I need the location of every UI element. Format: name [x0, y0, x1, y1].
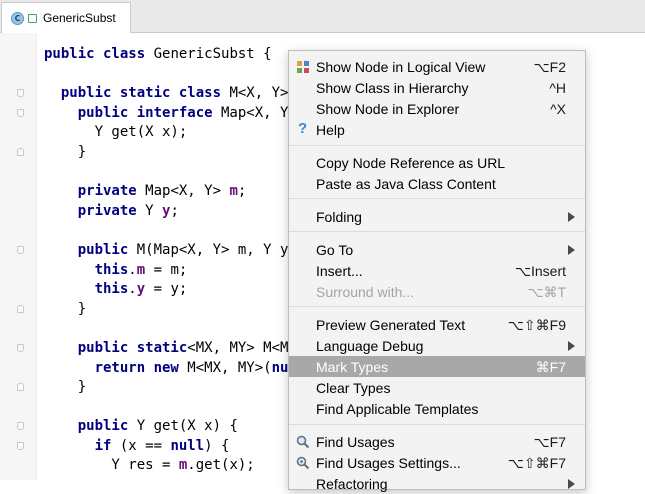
code-token: Y	[136, 202, 163, 219]
class-icon: C	[11, 11, 24, 25]
menu-item-mark-types[interactable]: Mark Types ⌘F7	[289, 356, 585, 377]
menu-separator	[289, 306, 585, 307]
fold-marker-icon[interactable]	[17, 383, 24, 391]
menu-separator	[289, 198, 585, 199]
code-token: .get(x);	[187, 457, 255, 474]
menu-item-show-node-logical-view[interactable]: Show Node in Logical View ⌥F2	[289, 56, 585, 77]
keyword-token: return new	[94, 359, 179, 376]
fold-marker-icon[interactable]	[17, 109, 24, 117]
menu-item-preview-generated-text[interactable]: Preview Generated Text ⌥⇧⌘F9	[289, 314, 585, 335]
menu-item-find-usages-settings[interactable]: Find Usages Settings... ⌥⇧⌘F7	[289, 452, 585, 473]
editor-tab-bar: C GenericSubst	[0, 0, 645, 33]
code-token: }	[44, 143, 87, 160]
tab-genericsubst[interactable]: C GenericSubst	[1, 2, 131, 33]
code-token: = m;	[145, 261, 188, 278]
code-token: M<MX, MY>(	[178, 359, 272, 376]
menu-separator	[289, 145, 585, 146]
code-token: Map<X, Y>	[136, 183, 230, 200]
editor-gutter	[0, 33, 37, 480]
keyword-token: this	[94, 261, 129, 278]
menu-item-help[interactable]: ? Help	[289, 119, 585, 140]
code-token: GenericSubst {	[145, 46, 272, 62]
keyword-token: public	[77, 241, 129, 258]
context-menu: Show Node in Logical View ⌥F2 Show Class…	[288, 50, 586, 492]
code-token: M(Map<X, Y> m, Y y) {	[128, 241, 314, 258]
menu-separator	[289, 231, 585, 232]
fold-marker-icon[interactable]	[17, 305, 24, 313]
keyword-token: public interface	[77, 104, 213, 121]
code-token: Y get(X x);	[44, 124, 188, 141]
search-icon	[296, 435, 310, 449]
menu-item-copy-node-reference[interactable]: Copy Node Reference as URL	[289, 152, 585, 173]
menu-item-find-applicable-templates[interactable]: Find Applicable Templates	[289, 398, 585, 419]
menu-item-clear-types[interactable]: Clear Types	[289, 377, 585, 398]
menu-item-show-class-hierarchy[interactable]: Show Class in Hierarchy ^H	[289, 77, 585, 98]
code-token: ) {	[204, 437, 230, 454]
code-token: .	[128, 261, 137, 278]
code-token: = y;	[145, 281, 188, 298]
code-token: }	[44, 379, 87, 396]
code-token: }	[44, 300, 87, 317]
keyword-token: private	[77, 183, 137, 200]
menu-item-surround-with: Surround with... ⌥⌘T	[316, 284, 566, 300]
logical-view-icon	[296, 60, 310, 74]
submenu-arrow-icon	[568, 479, 575, 489]
menu-item-refactoring[interactable]: Refactoring	[289, 473, 585, 494]
menu-item-folding[interactable]: Folding	[289, 206, 585, 227]
keyword-token: public static class	[60, 85, 222, 102]
menu-item-go-to[interactable]: Go To	[289, 239, 585, 260]
menu-item-insert[interactable]: Insert... ⌥Insert	[289, 260, 585, 281]
keyword-token: public	[77, 418, 129, 435]
menu-item-find-usages[interactable]: Find Usages ⌥F7	[289, 431, 585, 452]
keyword-token: if	[94, 437, 112, 454]
code-token: .	[128, 281, 137, 298]
keyword-token: private	[77, 202, 137, 219]
keyword-token: public class	[44, 46, 146, 62]
code-token: ;	[170, 202, 179, 219]
submenu-arrow-icon	[568, 212, 575, 222]
help-icon: ?	[298, 120, 308, 137]
fold-marker-icon[interactable]	[17, 422, 24, 430]
code-token: Y res =	[44, 457, 179, 474]
field-token: m	[229, 183, 238, 200]
submenu-arrow-icon	[568, 245, 575, 255]
tab-title: GenericSubst	[43, 11, 116, 25]
menu-item-language-debug[interactable]: Language Debug	[289, 335, 585, 356]
code-token: (x ==	[111, 437, 171, 454]
root-node-icon	[28, 13, 37, 23]
menu-item-show-node-explorer[interactable]: Show Node in Explorer ^X	[289, 98, 585, 119]
field-token: m	[136, 261, 146, 278]
keyword-token: null	[170, 437, 205, 454]
menu-separator	[289, 424, 585, 425]
menu-item-paste-java[interactable]: Paste as Java Class Content	[289, 173, 585, 194]
code-token: ;	[237, 183, 247, 200]
fold-marker-icon[interactable]	[17, 344, 24, 352]
fold-marker-icon[interactable]	[17, 148, 24, 156]
code-token: Y get(X x) {	[128, 418, 238, 435]
submenu-arrow-icon	[568, 341, 575, 351]
fold-marker-icon[interactable]	[17, 89, 24, 97]
keyword-token: public static	[77, 339, 188, 356]
keyword-token: this	[94, 281, 129, 298]
fold-marker-icon[interactable]	[17, 442, 24, 450]
search-settings-icon	[296, 456, 310, 470]
fold-marker-icon[interactable]	[17, 246, 24, 254]
field-token: y	[136, 281, 146, 298]
